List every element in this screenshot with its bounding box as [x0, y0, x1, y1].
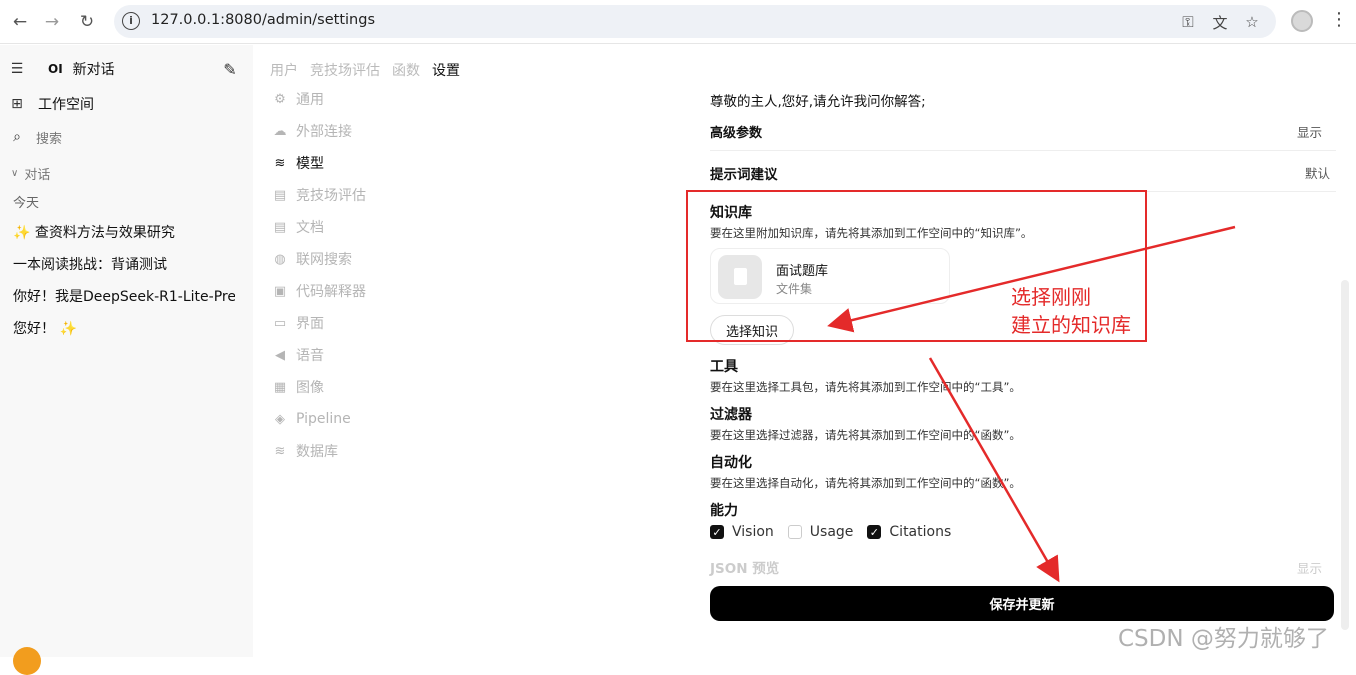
- annotation-text-line1: 选择刚刚: [1011, 285, 1091, 309]
- watermark: CSDN @努力就够了: [1118, 626, 1329, 652]
- annotation-text-line2: 建立的知识库: [1011, 313, 1131, 337]
- annotation-arrow-to-save: [928, 357, 1060, 583]
- annotation-arrows: [827, 225, 1236, 583]
